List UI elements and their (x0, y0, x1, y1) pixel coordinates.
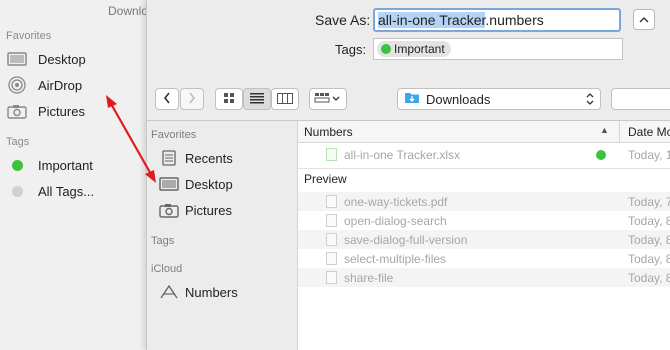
file-date: Today, 7 (628, 194, 670, 209)
location-label: Downloads (426, 91, 491, 107)
search-input[interactable] (611, 88, 670, 110)
tags-input[interactable]: Important (373, 38, 623, 60)
list-view-button[interactable] (243, 88, 271, 110)
file-row[interactable]: open-dialog-search Today, 8 (298, 211, 670, 230)
sidebar-item-desktop[interactable]: Desktop (159, 173, 233, 195)
sidebar-item-desktop[interactable]: Desktop (6, 48, 86, 70)
filename-selected-text: all-in-one Tracker (378, 12, 486, 28)
gray-tag-dot-icon (6, 182, 28, 200)
sort-ascending-icon: ▲ (600, 125, 609, 135)
tags-header: Tags (151, 235, 175, 247)
camera-icon (159, 202, 179, 218)
file-date: Today, 8 (628, 232, 670, 247)
downloads-folder-icon (404, 91, 420, 107)
sidebar-item-label: Desktop (185, 176, 233, 192)
sidebar-item-airdrop[interactable]: AirDrop (6, 74, 82, 96)
file-row[interactable]: select-multiple-files Today, 8 (298, 249, 670, 268)
sidebar-item-label: Desktop (38, 51, 86, 67)
file-list: Numbers ▲ Date Mo all-in-one Tracker.xls… (297, 121, 670, 350)
sidebar-item-label: All Tags... (38, 183, 95, 199)
chevron-right-icon (188, 92, 196, 107)
icon-view-button[interactable] (215, 88, 243, 110)
sidebar-item-label: Recents (185, 150, 233, 166)
forward-button[interactable] (180, 88, 204, 110)
green-tag-dot-icon (596, 149, 606, 160)
sidebar-item-pictures[interactable]: Pictures (159, 199, 232, 221)
up-down-chevron-icon (586, 92, 594, 109)
sidebar-item-label: Numbers (185, 284, 238, 300)
favorites-header: Favorites (6, 30, 52, 42)
chevron-left-icon (163, 92, 171, 107)
filename-extension: .numbers (485, 12, 544, 28)
favorites-header: Favorites (151, 129, 197, 141)
file-date: Today, 8 (628, 251, 670, 266)
sidebar-item-label: Pictures (38, 103, 85, 119)
image-file-icon (326, 271, 337, 284)
tag-pill-important[interactable]: Important (377, 41, 451, 57)
column-view-icon (277, 92, 293, 107)
tags-header: Tags (6, 136, 30, 148)
group-divider (298, 168, 670, 169)
sidebar-item-label: Pictures (185, 202, 232, 218)
column-divider[interactable] (619, 121, 620, 143)
green-tag-dot-icon (6, 156, 28, 174)
sidebar-item-label: AirDrop (38, 77, 83, 93)
filename-input[interactable]: all-in-one Tracker.numbers (373, 8, 621, 32)
column-view-button[interactable] (271, 88, 299, 110)
dialog-sidebar: Favorites Recents Desktop Pictures Tags … (147, 121, 297, 350)
sidebar-tag-important[interactable]: Important (6, 154, 93, 176)
file-date: Today, 8 (628, 213, 670, 228)
pdf-file-icon (326, 195, 337, 208)
file-row[interactable]: share-file Today, 8 (298, 268, 670, 287)
tag-pill-label: Important (394, 42, 445, 56)
file-date: Today, 8 (628, 270, 670, 285)
green-tag-dot-icon (381, 44, 391, 54)
chevron-up-icon (639, 12, 649, 27)
window-title: Downlo (108, 4, 149, 18)
group-menu-icon (314, 92, 342, 107)
column-header-name[interactable]: Numbers (304, 125, 353, 139)
file-row[interactable]: save-dialog-full-version Today, 8 (298, 230, 670, 249)
file-row[interactable]: one-way-tickets.pdf Today, 7 (298, 192, 670, 211)
column-header-date[interactable]: Date Mo (628, 125, 670, 139)
image-file-icon (326, 252, 337, 265)
image-file-icon (326, 233, 337, 246)
desktop-icon (159, 176, 179, 192)
file-name: all-in-one Tracker.xlsx (344, 147, 461, 162)
image-file-icon (326, 214, 337, 227)
numbers-app-icon (159, 284, 179, 300)
file-name: share-file (344, 270, 394, 285)
camera-icon (6, 102, 28, 120)
recents-icon (159, 150, 179, 166)
file-name: one-way-tickets.pdf (344, 194, 448, 209)
file-row[interactable]: all-in-one Tracker.xlsx Today, 1 (298, 145, 670, 164)
expand-collapse-button[interactable] (633, 9, 655, 30)
file-name: save-dialog-full-version (344, 232, 468, 247)
file-name: select-multiple-files (344, 251, 447, 266)
save-as-label: Save As: (315, 12, 371, 28)
group-header-preview: Preview (304, 172, 347, 186)
icloud-header: iCloud (151, 263, 183, 275)
desktop-icon (6, 50, 28, 68)
sidebar-item-numbers[interactable]: Numbers (159, 281, 238, 303)
sidebar-item-pictures[interactable]: Pictures (6, 100, 85, 122)
tags-label: Tags: (335, 42, 367, 57)
icon-view-icon (223, 92, 235, 107)
sidebar-item-label: Important (38, 157, 93, 173)
spreadsheet-file-icon (326, 148, 337, 161)
list-view-icon (250, 92, 264, 107)
back-button[interactable] (155, 88, 179, 110)
group-menu-button[interactable] (309, 88, 347, 110)
location-popup[interactable]: Downloads (397, 88, 601, 110)
airdrop-icon (6, 76, 28, 94)
save-dialog: Save As: all-in-one Tracker.numbers Tags… (146, 0, 670, 350)
sidebar-tag-all-tags[interactable]: All Tags... (6, 180, 94, 202)
sidebar-item-recents[interactable]: Recents (159, 147, 233, 169)
file-name: open-dialog-search (344, 213, 447, 228)
file-date: Today, 1 (628, 147, 670, 162)
background-finder-window: Downlo Favorites Desktop AirDrop Picture… (0, 0, 150, 350)
column-header: Numbers ▲ Date Mo (298, 121, 670, 143)
